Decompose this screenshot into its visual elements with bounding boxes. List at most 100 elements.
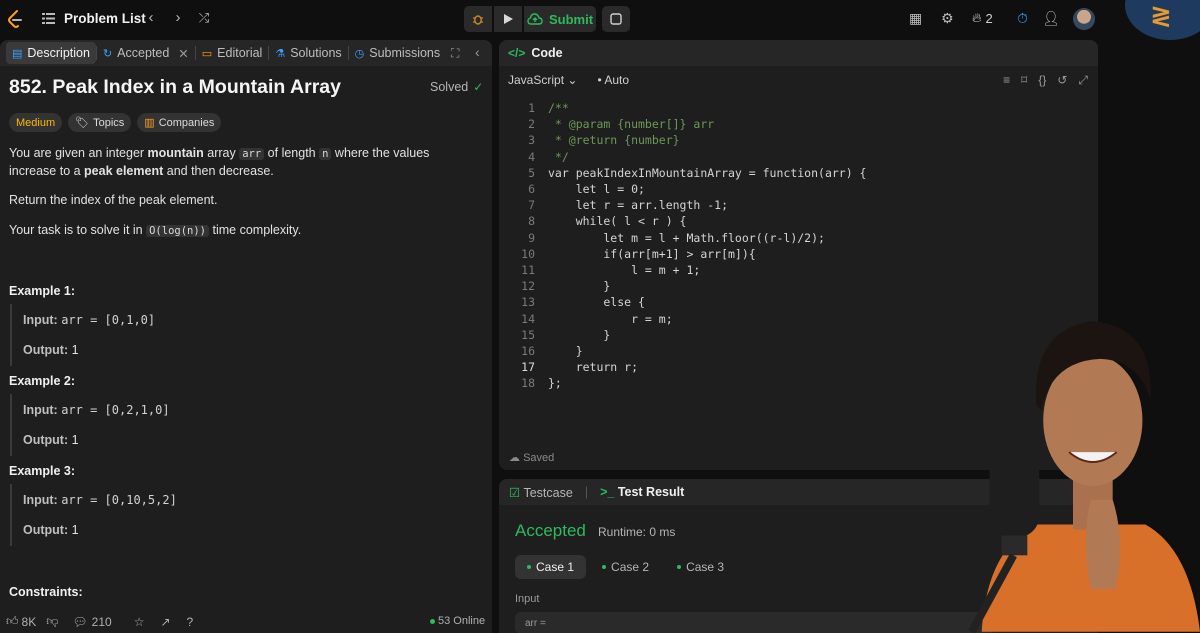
code-line[interactable]: let r = arr.length -1; [548, 198, 728, 212]
code-line[interactable]: l = m + 1; [548, 263, 700, 277]
label: Input: [23, 403, 58, 417]
thumbs-up-icon[interactable]: 👍︎ [6, 614, 19, 629]
line-number: 8 [528, 214, 535, 229]
code-line[interactable]: * @param {number[]} arr [548, 117, 714, 131]
example-output: Output: 1 [23, 523, 79, 537]
line-number: 14 [521, 311, 535, 326]
difficulty-badge[interactable]: Medium [9, 113, 63, 132]
channel-logo-icon: ≷ [1150, 0, 1172, 30]
pass-dot [677, 565, 682, 569]
line-number: 9 [528, 230, 535, 245]
line-number: 12 [521, 279, 535, 294]
chevron-down-icon: ⌄ [567, 73, 578, 87]
description-paragraph: You are given an integer mountain array … [9, 145, 479, 180]
line-number: 2 [528, 117, 535, 132]
maximize-icon[interactable]: ⛶ [451, 46, 459, 61]
case-tab-3[interactable]: Case 3 [665, 555, 736, 579]
code-line[interactable]: */ [548, 150, 569, 164]
code-line[interactable]: else { [548, 295, 645, 309]
chevron-left-icon[interactable]: ‹ [144, 10, 158, 26]
chevron-right-icon[interactable]: › [171, 10, 185, 26]
play-icon [503, 14, 513, 24]
line-number: 18 [521, 376, 535, 391]
bookmark-icon[interactable]: ⌑ [1021, 73, 1027, 88]
tab-editorial[interactable]: ▭ Editorial [196, 42, 269, 64]
code-line[interactable]: if(arr[m+1] > arr[m]){ [548, 247, 755, 261]
code-panel-title: Code [531, 46, 563, 60]
tab-label: Editorial [217, 46, 263, 60]
text: mountain [147, 146, 204, 160]
auto-mode[interactable]: • Auto [597, 73, 629, 87]
tab-test-result[interactable]: >_ Test Result [600, 485, 684, 499]
code-line[interactable]: var peakIndexInMountainArray = function(… [548, 166, 867, 180]
top-nav: Problem List ‹ › ⤮ Submit ▦ ⚙ 🔥︎ 2 ⏱ 👤︎ … [0, 0, 1200, 40]
tab-testcase[interactable]: ☑ Testcase [509, 485, 573, 500]
submit-button[interactable]: Submit [524, 6, 596, 32]
code-line[interactable]: } [548, 328, 610, 342]
case-label: Case 2 [611, 560, 650, 574]
value: 1 [71, 433, 79, 447]
shuffle-icon[interactable]: ⤮ [197, 10, 211, 26]
reset-icon[interactable]: ↺ [1057, 73, 1067, 88]
comment-icon[interactable]: 💬︎ [72, 615, 87, 629]
streak-count: 2 [985, 10, 993, 26]
problem-list-link[interactable]: Problem List [64, 11, 146, 26]
inline-code: arr [239, 148, 265, 160]
notes-button[interactable] [602, 6, 630, 32]
collapse-icon[interactable]: ‹ [475, 44, 480, 60]
topics-pill[interactable]: 🏷︎ Topics [68, 113, 132, 132]
star-icon[interactable]: ☆ [134, 615, 145, 629]
case-tab-2[interactable]: Case 2 [590, 555, 661, 579]
language-select[interactable]: JavaScript ⌄ [508, 73, 577, 87]
code-line[interactable]: /** [548, 101, 569, 115]
line-number: 5 [528, 165, 535, 180]
pass-dot [602, 565, 607, 569]
example-input: Input: arr = [0,2,1,0] [23, 403, 170, 417]
solved-label: Solved [430, 80, 469, 94]
code-line[interactable]: return r; [548, 360, 638, 374]
code-line[interactable]: } [548, 279, 610, 293]
case-tab-1[interactable]: Case 1 [515, 555, 587, 579]
label: Output: [23, 343, 69, 357]
line-number: 11 [521, 263, 535, 277]
code-line[interactable]: let l = 0; [548, 182, 645, 196]
share-icon[interactable]: ↗ [160, 615, 170, 629]
value: arr = [0,2,1,0] [61, 403, 170, 417]
case-label: Case 1 [536, 560, 575, 574]
tab-solutions[interactable]: ⚗ Solutions [269, 42, 347, 64]
thumbs-down-icon[interactable]: 👎︎ [46, 614, 58, 629]
gear-icon[interactable]: ⚙ [941, 10, 954, 27]
format-icon[interactable]: ≡ [1003, 73, 1010, 88]
code-line[interactable]: } [548, 344, 583, 358]
description-footer: 👍︎ 8K 👎︎ 💬︎ 210 ☆ ↗ ? [0, 610, 492, 633]
run-controls: Submit [464, 6, 630, 32]
online-label: 53 Online [438, 615, 486, 627]
clock-icon: ◷ [354, 47, 365, 60]
avatar[interactable] [1073, 8, 1095, 30]
text: and then decrease. [163, 164, 274, 178]
divider: | [584, 485, 589, 499]
code-line[interactable]: }; [548, 376, 562, 390]
input-label: Input [515, 593, 540, 605]
code-line[interactable]: r = m; [548, 312, 673, 326]
braces-icon[interactable]: {} [1038, 73, 1046, 88]
layout-icon[interactable]: ▦ [909, 10, 922, 27]
tab-accepted[interactable]: ↻ Accepted ✕ [97, 42, 195, 64]
streak-counter[interactable]: 🔥︎ 2 [972, 10, 993, 26]
tab-description[interactable]: ▤ Description [6, 42, 96, 64]
run-button[interactable] [494, 6, 522, 32]
code-line[interactable]: while( l < r ) { [548, 214, 687, 228]
list-icon[interactable] [42, 12, 55, 25]
expand-icon[interactable]: ⤢ [1078, 73, 1088, 88]
companies-pill[interactable]: ▥ Companies [137, 113, 222, 132]
code-line[interactable]: let m = l + Math.floor((r-l)/2); [548, 231, 825, 245]
leetcode-logo-icon[interactable] [6, 9, 24, 29]
code-line[interactable]: * @return {number} [548, 133, 680, 147]
close-icon[interactable]: ✕ [178, 46, 188, 61]
timer-icon[interactable]: ⏱ [1017, 10, 1028, 27]
tab-submissions[interactable]: ◷ Submissions [349, 42, 446, 64]
description-icon: ▤ [12, 47, 23, 60]
add-user-icon[interactable]: 👤︎ [1042, 10, 1060, 27]
help-icon[interactable]: ? [187, 615, 194, 629]
debug-button[interactable] [464, 6, 492, 32]
